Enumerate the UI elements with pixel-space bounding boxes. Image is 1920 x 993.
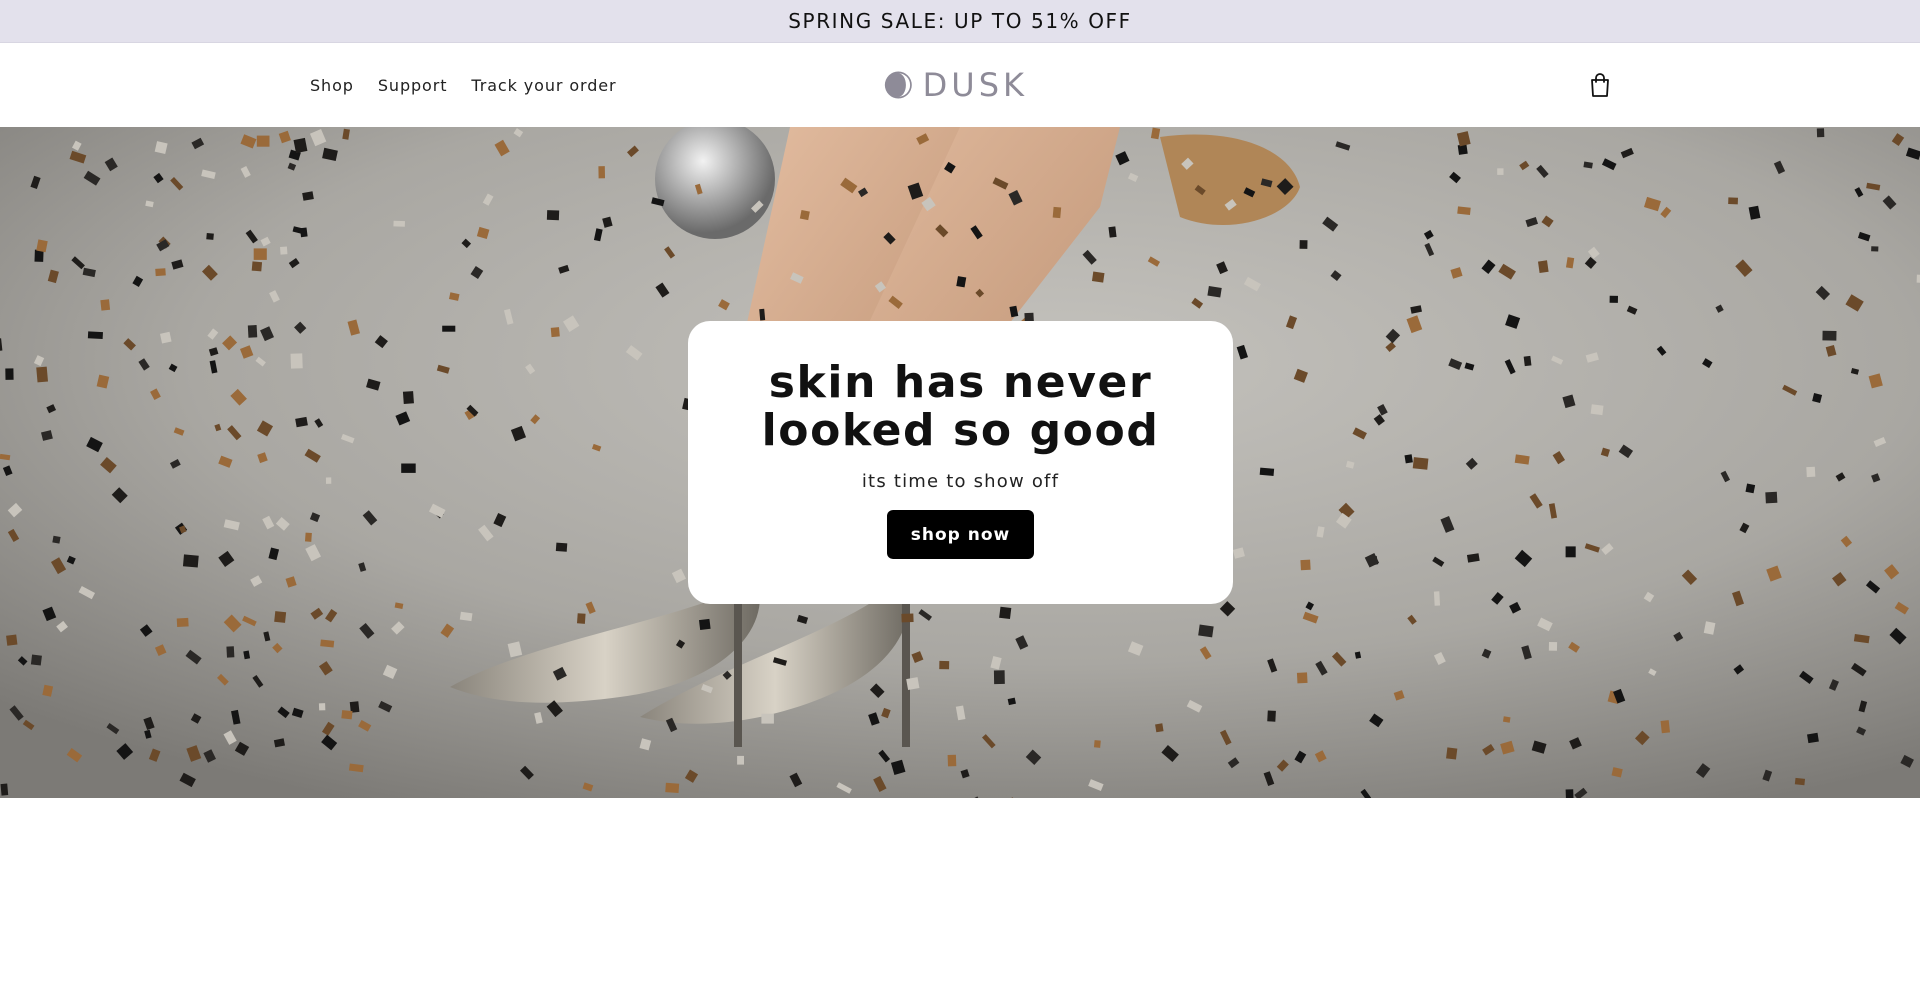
nav-support-link[interactable]: Support bbox=[378, 76, 448, 95]
hero-banner: skin has never looked so good its time t… bbox=[0, 127, 1920, 798]
shop-now-button[interactable]: shop now bbox=[887, 510, 1034, 559]
logo-wordmark: DUSK bbox=[922, 66, 1028, 104]
cart-button[interactable] bbox=[1586, 71, 1614, 99]
hero-subtitle: its time to show off bbox=[861, 471, 1060, 492]
main-nav: Shop Support Track your order bbox=[310, 43, 617, 127]
shopping-bag-icon bbox=[1591, 73, 1609, 97]
brand-logo[interactable]: DUSK bbox=[884, 67, 1028, 103]
hero-card: skin has never looked so good its time t… bbox=[688, 321, 1233, 604]
site-header: Shop Support Track your order DUSK bbox=[0, 43, 1920, 127]
announcement-bar: SPRING SALE: UP TO 51% OFF bbox=[0, 0, 1920, 43]
hero-title: skin has never looked so good bbox=[761, 357, 1160, 456]
announcement-text: SPRING SALE: UP TO 51% OFF bbox=[788, 9, 1132, 33]
nav-shop-link[interactable]: Shop bbox=[310, 76, 354, 95]
moon-logo-icon bbox=[884, 71, 912, 99]
nav-track-order-link[interactable]: Track your order bbox=[471, 76, 616, 95]
